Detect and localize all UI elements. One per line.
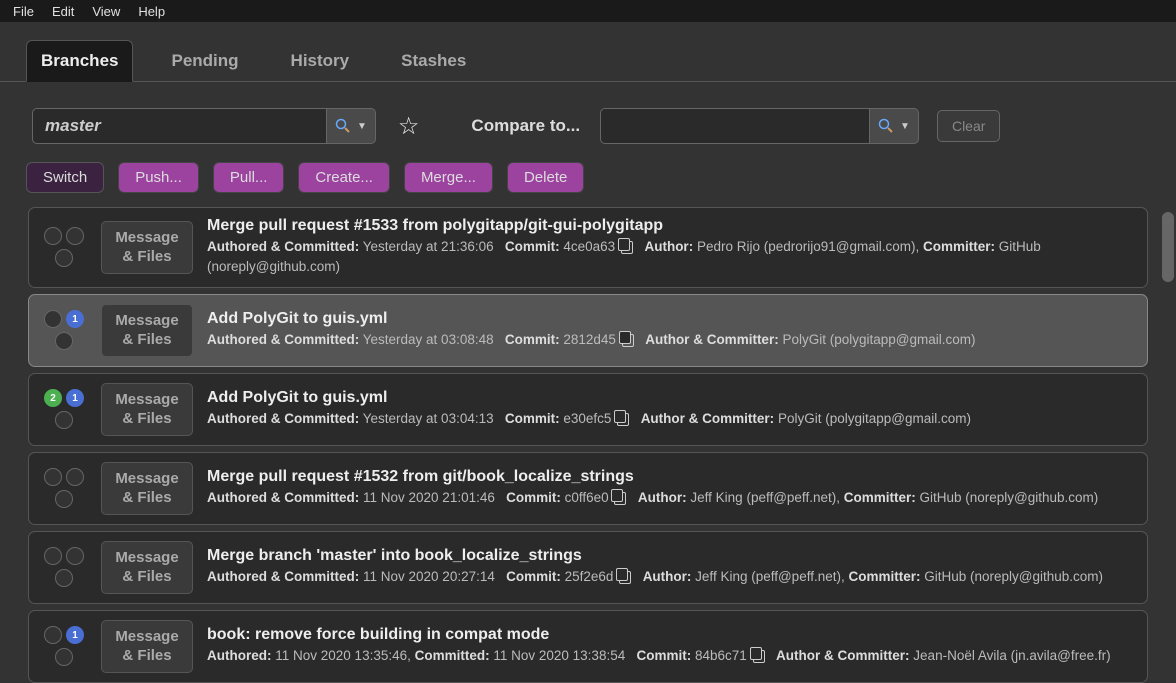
menu-view[interactable]: View — [83, 2, 129, 21]
pull-button[interactable]: Pull... — [213, 162, 285, 193]
create-button[interactable]: Create... — [298, 162, 390, 193]
message-files-button[interactable]: Message& Files — [101, 620, 193, 673]
commit-row[interactable]: Message& Files Merge pull request #1532 f… — [28, 452, 1148, 525]
compare-to-label: Compare to... — [471, 116, 580, 136]
badge — [66, 547, 84, 565]
commit-list: Message& Files Merge pull request #1533 f… — [0, 207, 1176, 683]
message-files-button[interactable]: Message& Files — [101, 541, 193, 594]
commit-title: Add PolyGit to guis.yml — [207, 389, 1135, 407]
commit-row[interactable]: Message& Files Merge branch 'master' into… — [28, 531, 1148, 604]
menu-bar: File Edit View Help — [0, 0, 1176, 22]
branch-search-button[interactable]: ▼ — [327, 108, 376, 144]
commit-badges: 1 — [41, 310, 87, 350]
commit-badges — [41, 468, 87, 508]
push-button[interactable]: Push... — [118, 162, 199, 193]
commit-meta: Authored & Committed: Yesterday at 21:36… — [207, 237, 1135, 278]
badge — [44, 227, 62, 245]
commit-info: Merge branch 'master' into book_localize… — [207, 547, 1135, 587]
commit-title: Merge pull request #1533 from polygitapp… — [207, 217, 1135, 235]
clear-button[interactable]: Clear — [937, 110, 1000, 142]
search-icon — [335, 118, 351, 134]
commit-row[interactable]: 21Message& FilesAdd PolyGit to guis.ymlA… — [28, 373, 1148, 446]
message-files-button[interactable]: Message& Files — [101, 221, 193, 274]
badge: 1 — [66, 310, 84, 328]
badge — [44, 310, 62, 328]
scrollbar-thumb[interactable] — [1162, 212, 1174, 282]
badge — [44, 547, 62, 565]
delete-button[interactable]: Delete — [507, 162, 584, 193]
commit-badges: 1 — [41, 626, 87, 666]
tab-pending[interactable]: Pending — [157, 41, 252, 81]
commit-meta: Authored: 11 Nov 2020 13:35:46, Committe… — [207, 646, 1135, 666]
merge-button[interactable]: Merge... — [404, 162, 493, 193]
commit-title: Add PolyGit to guis.yml — [207, 310, 1135, 328]
commit-info: Add PolyGit to guis.yml Authored & Commit… — [207, 389, 1135, 429]
tab-bar: Branches Pending History Stashes — [0, 22, 1176, 82]
tab-branches[interactable]: Branches — [26, 40, 133, 82]
commit-meta: Authored & Committed: Yesterday at 03:04… — [207, 409, 1135, 429]
commit-badges — [41, 227, 87, 267]
caret-down-icon: ▼ — [357, 121, 367, 132]
badge — [66, 227, 84, 245]
badge: 1 — [66, 389, 84, 407]
badge — [44, 468, 62, 486]
commit-info: Add PolyGit to guis.yml Authored & Commit… — [207, 310, 1135, 350]
commit-title: book: remove force building in compat mo… — [207, 626, 1135, 644]
branch-input[interactable] — [32, 108, 327, 144]
toolbar: ▼ ☆ Compare to... ▼ Clear — [0, 82, 1176, 144]
menu-help[interactable]: Help — [129, 2, 174, 21]
switch-button[interactable]: Switch — [26, 162, 104, 193]
compare-search-button[interactable]: ▼ — [870, 108, 919, 144]
badge — [55, 490, 73, 508]
commit-badges: 21 — [41, 389, 87, 429]
commit-meta: Authored & Committed: 11 Nov 2020 21:01:… — [207, 488, 1135, 508]
tab-history[interactable]: History — [277, 41, 364, 81]
badge — [55, 569, 73, 587]
menu-edit[interactable]: Edit — [43, 2, 83, 21]
commit-info: Merge pull request #1532 from git/book_l… — [207, 468, 1135, 508]
menu-file[interactable]: File — [4, 2, 43, 21]
commit-meta: Authored & Committed: 11 Nov 2020 20:27:… — [207, 567, 1135, 587]
commit-row[interactable]: 1 Message& Files book: remove force buildi… — [28, 610, 1148, 683]
action-row: Switch Push... Pull... Create... Merge..… — [0, 144, 1176, 207]
star-icon[interactable]: ☆ — [398, 112, 420, 141]
commit-meta: Authored & Committed: Yesterday at 03:08… — [207, 330, 1135, 350]
caret-down-icon: ▼ — [900, 121, 910, 132]
commit-info: Merge pull request #1533 from polygitapp… — [207, 217, 1135, 278]
message-files-button[interactable]: Message& Files — [101, 462, 193, 515]
message-files-button[interactable]: Message& Files — [101, 304, 193, 357]
search-icon — [878, 118, 894, 134]
badge — [55, 411, 73, 429]
compare-input[interactable] — [600, 108, 870, 144]
badge: 1 — [66, 626, 84, 644]
commit-badges — [41, 547, 87, 587]
badge — [55, 648, 73, 666]
badge — [55, 249, 73, 267]
badge — [44, 626, 62, 644]
badge — [66, 468, 84, 486]
commit-info: book: remove force building in compat mo… — [207, 626, 1135, 666]
message-files-button[interactable]: Message& Files — [101, 383, 193, 436]
commit-title: Merge branch 'master' into book_localize… — [207, 547, 1135, 565]
badge — [55, 332, 73, 350]
commit-row[interactable]: Message& Files Merge pull request #1533 f… — [28, 207, 1148, 288]
commit-title: Merge pull request #1532 from git/book_l… — [207, 468, 1135, 486]
badge: 2 — [44, 389, 62, 407]
tab-stashes[interactable]: Stashes — [387, 41, 480, 81]
commit-row[interactable]: 1 Message& Files Add PolyGit to guis.yml Au… — [28, 294, 1148, 367]
